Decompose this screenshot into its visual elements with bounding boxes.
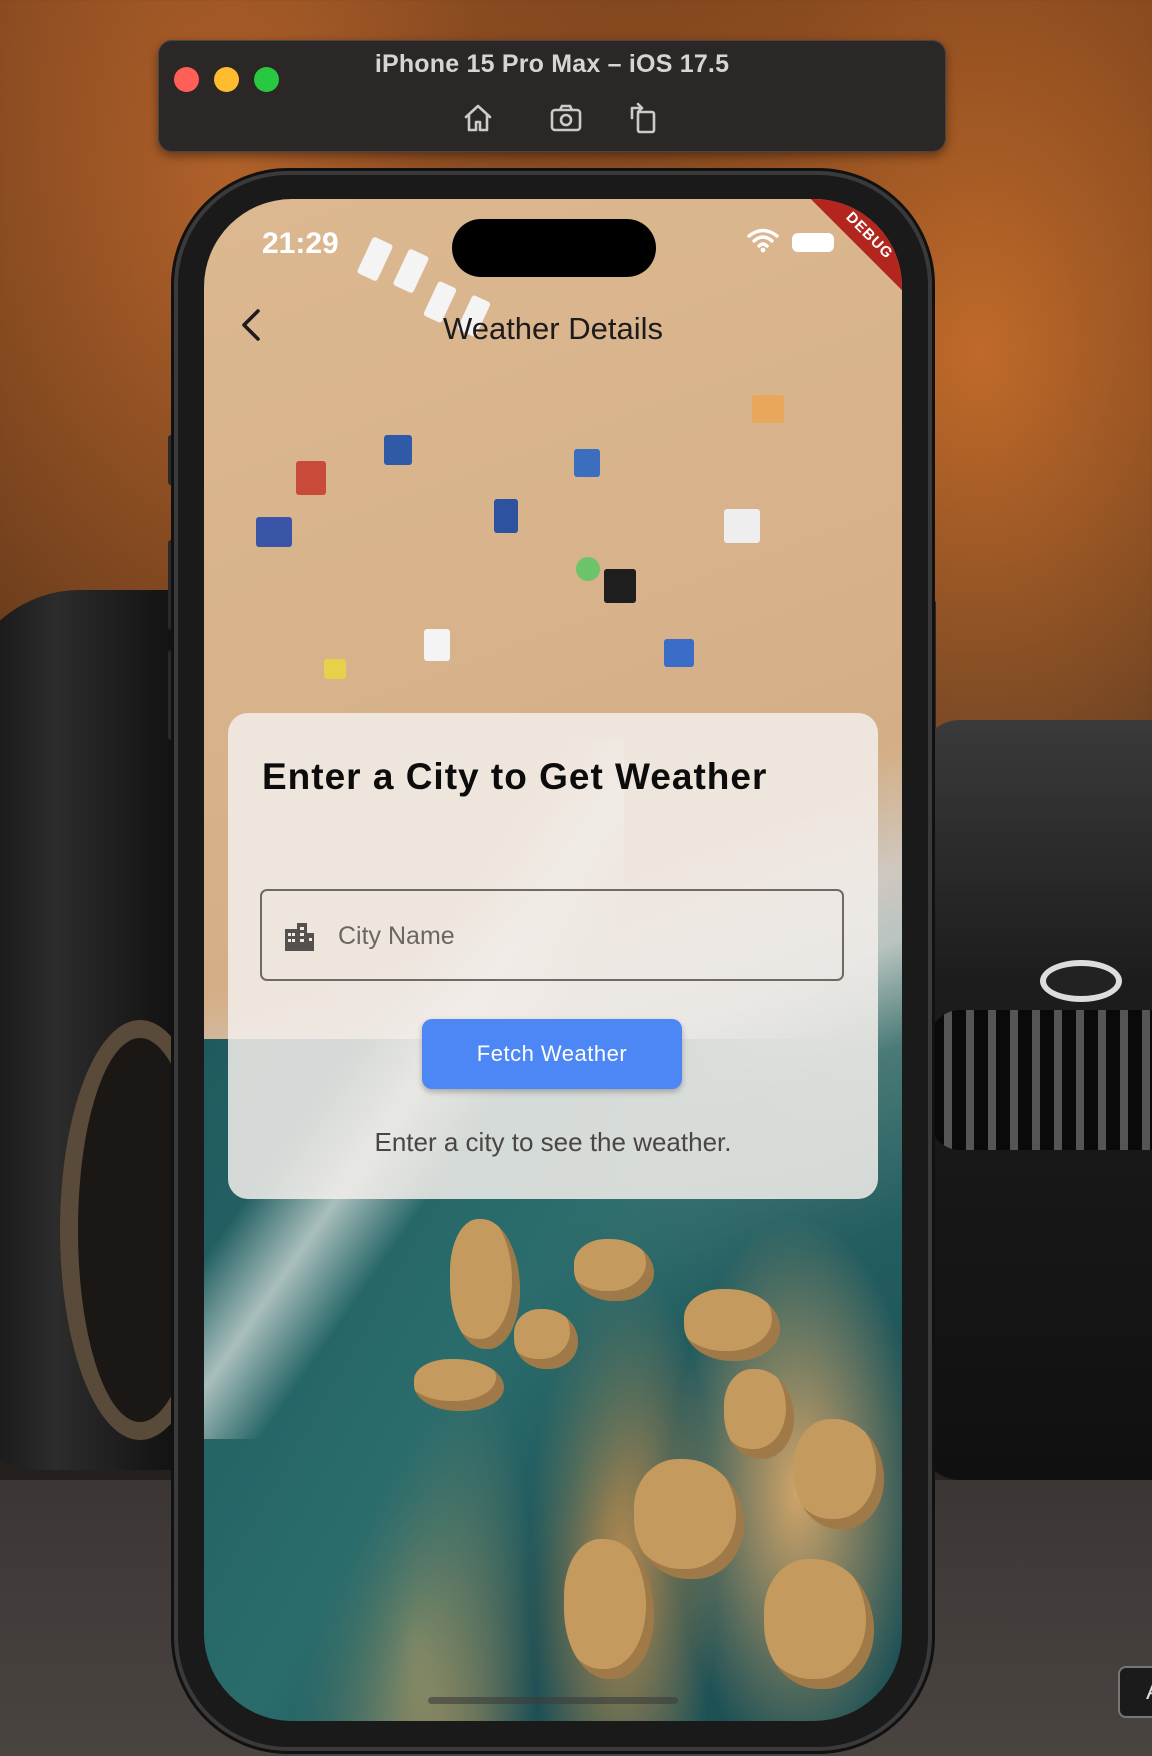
card-heading: Enter a City to Get Weather <box>262 756 768 797</box>
battery-icon <box>792 233 834 252</box>
beach-towel <box>296 461 326 495</box>
wifi-icon <box>746 227 780 253</box>
beach-umbrella <box>576 557 600 581</box>
beach-towel <box>664 639 694 667</box>
beach-towel <box>604 569 636 603</box>
beach-towel <box>324 659 346 679</box>
power-button <box>928 600 936 730</box>
corner-window-chip[interactable]: A <box>1118 1666 1152 1718</box>
background-car-grille <box>930 1010 1152 1150</box>
city-search-card: Enter a City to Get Weather City Name Fe… <box>228 713 878 1199</box>
home-indicator[interactable] <box>428 1697 678 1704</box>
simulator-title: iPhone 15 Pro Max – iOS 17.5 <box>374 50 730 78</box>
page-title: Weather Details <box>443 311 663 346</box>
weather-hint-text: Enter a city to see the weather. <box>374 1127 732 1157</box>
simulator-toolbar: iPhone 15 Pro Max – iOS 17.5 <box>158 40 946 152</box>
beach-towel <box>256 517 292 547</box>
screenshot-icon[interactable] <box>546 98 586 138</box>
beach-towel <box>752 395 784 423</box>
beach-towel <box>424 629 450 661</box>
home-icon[interactable] <box>458 98 498 138</box>
beach-towel <box>724 509 760 543</box>
volume-down-button <box>168 650 176 740</box>
background-car-badge <box>1040 960 1122 1002</box>
city-name-input[interactable] <box>338 913 818 959</box>
beach-towel <box>574 449 600 477</box>
beach-towel <box>494 499 518 533</box>
rotate-icon[interactable] <box>624 98 664 138</box>
iphone-frame: 21:29 DEBUG Weather Details Enter a City… <box>178 175 928 1747</box>
beach-chair <box>392 248 430 294</box>
phone-screen: 21:29 DEBUG Weather Details Enter a City… <box>204 199 902 1721</box>
fetch-weather-button[interactable]: Fetch Weather <box>422 1019 682 1089</box>
beach-chair <box>356 236 394 282</box>
volume-up-button <box>168 540 176 630</box>
action-button <box>168 435 176 485</box>
status-time: 21:29 <box>262 227 339 260</box>
dynamic-island <box>452 219 656 277</box>
city-name-field[interactable] <box>260 889 844 981</box>
city-buildings-icon <box>282 919 316 953</box>
beach-towel <box>384 435 412 465</box>
